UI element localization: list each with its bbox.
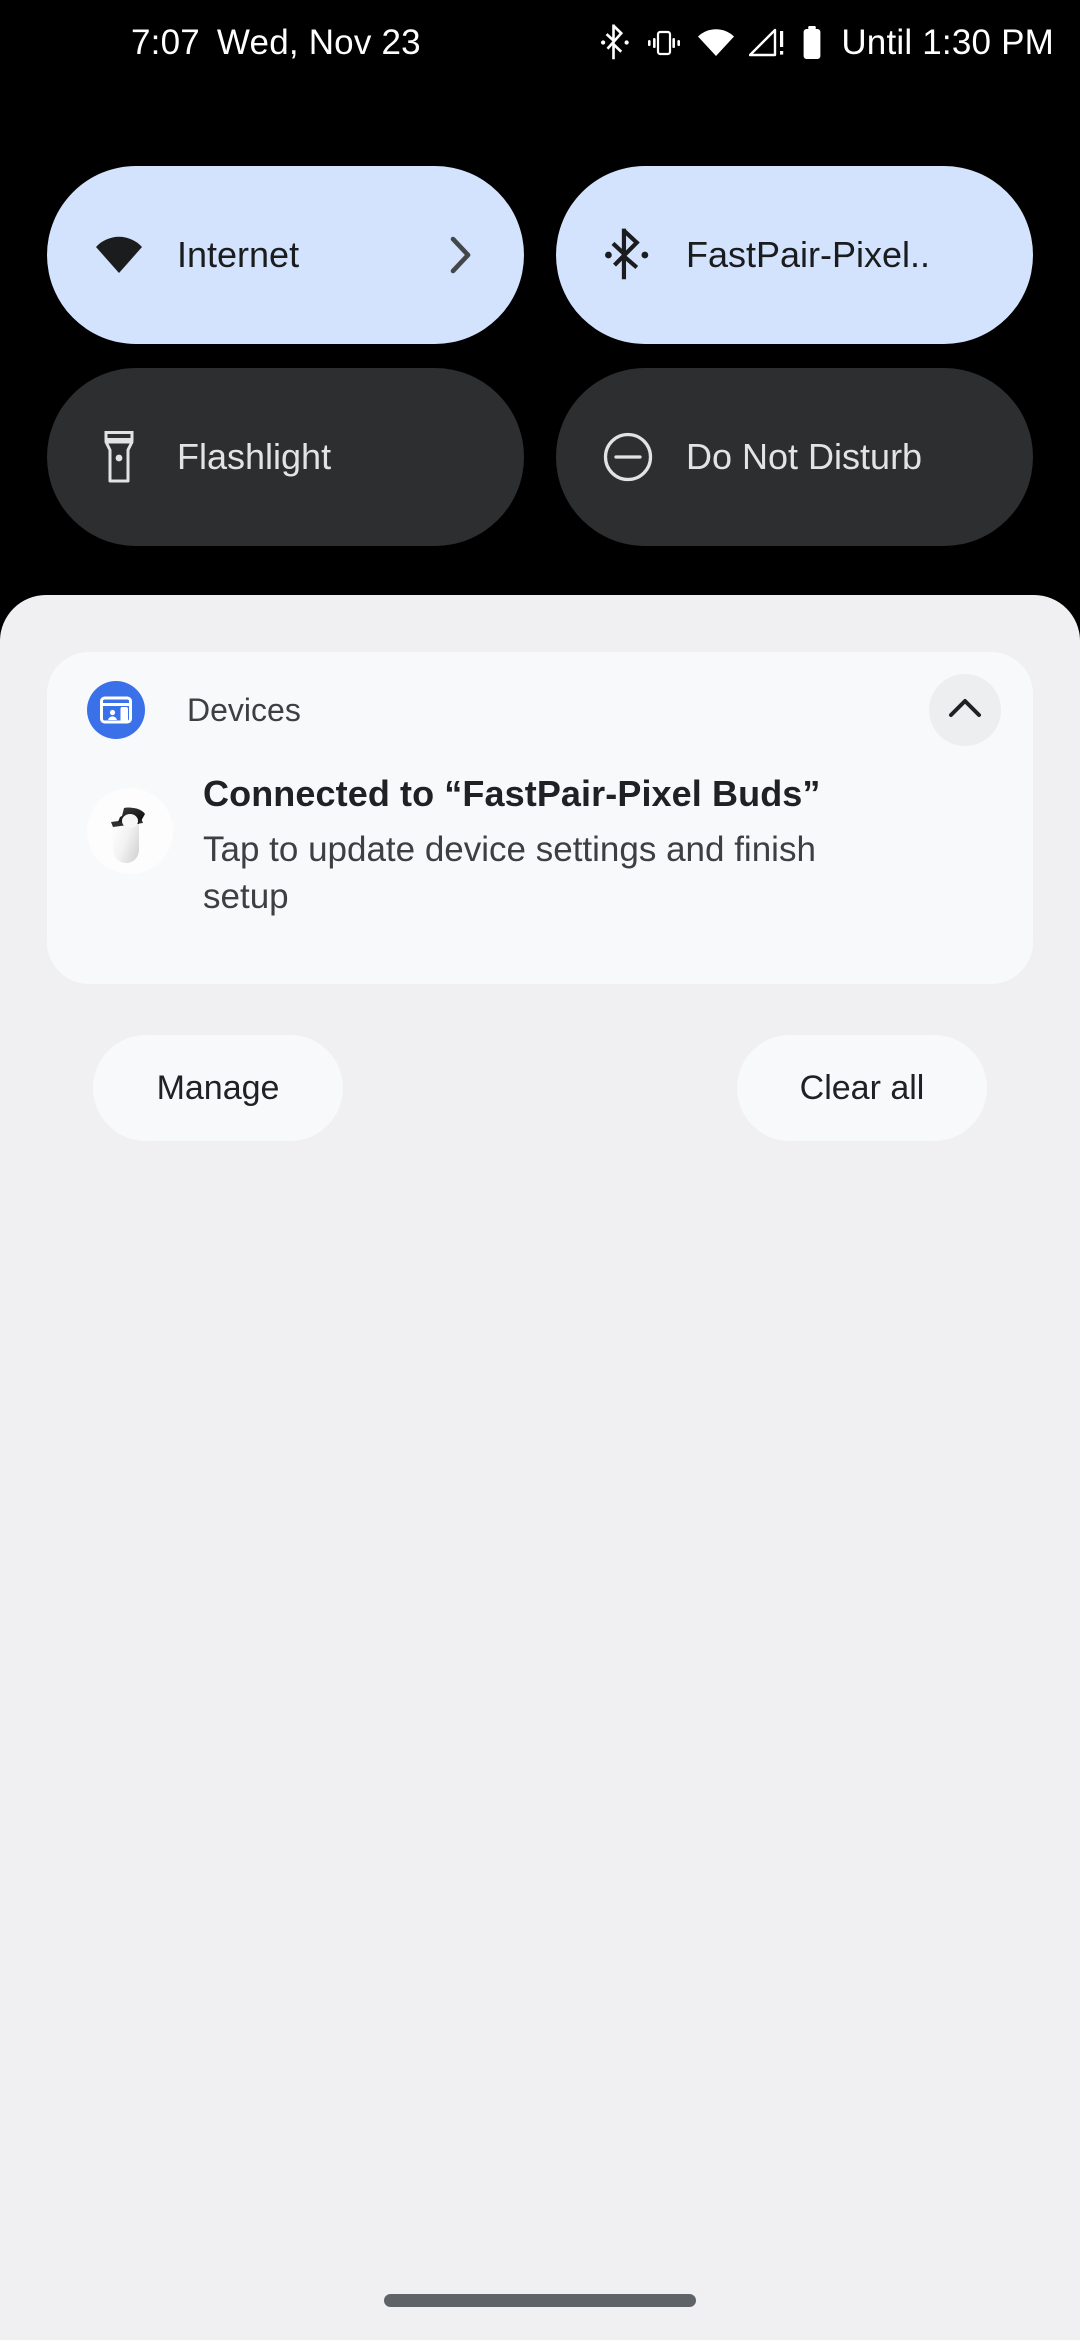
- battery-estimate-label: Until 1:30 PM: [841, 23, 1054, 62]
- chevron-up-icon: [948, 697, 982, 724]
- notification-app-name: Devices: [187, 691, 301, 728]
- notification-shade: Devices Connected to “FastPair-Pixel Bud…: [0, 595, 1080, 2340]
- flashlight-icon: [93, 431, 145, 483]
- clear-all-button[interactable]: Clear all: [737, 1035, 987, 1141]
- qs-tile-label: FastPair-Pixel..: [686, 234, 931, 275]
- wifi-icon: [697, 28, 735, 58]
- qs-tile-do-not-disturb[interactable]: Do Not Disturb: [556, 368, 1033, 546]
- bluetooth-icon: [601, 24, 631, 62]
- no-signal-icon: [749, 27, 787, 59]
- shade-footer: Manage Clear all: [0, 1035, 1080, 1141]
- devices-icon: [87, 681, 145, 739]
- qs-tile-bluetooth[interactable]: FastPair-Pixel..: [556, 166, 1033, 344]
- status-bar-left: 7:07 Wed, Nov 23: [131, 0, 421, 86]
- status-bar: 7:07 Wed, Nov 23 Until 1:30 PM: [0, 0, 1080, 86]
- qs-tile-label: Flashlight: [177, 436, 332, 477]
- notification-title: Connected to “FastPair-Pixel Buds”: [203, 773, 821, 814]
- qs-tile-flashlight[interactable]: Flashlight: [47, 368, 524, 546]
- status-bar-date: Wed, Nov 23: [216, 23, 421, 62]
- battery-icon: [801, 26, 823, 60]
- notification-card[interactable]: Devices Connected to “FastPair-Pixel Bud…: [47, 652, 1033, 984]
- quick-settings-row-2: Flashlight Do Not Disturb: [0, 368, 1080, 546]
- status-bar-right: Until 1:30 PM: [601, 0, 1054, 86]
- do-not-disturb-icon: [602, 431, 654, 483]
- vibrate-icon: [645, 29, 683, 57]
- notification-subtext: Tap to update device settings and finish…: [203, 830, 816, 916]
- manage-button[interactable]: Manage: [93, 1035, 343, 1141]
- notification-body[interactable]: Connected to “FastPair-Pixel Buds” Tap t…: [47, 762, 1033, 920]
- quick-settings-panel: Internet FastPair-Pixel.. Flashlight Do …: [0, 166, 1080, 570]
- collapse-button[interactable]: [929, 674, 1001, 746]
- quick-settings-row-1: Internet FastPair-Pixel..: [0, 166, 1080, 344]
- qs-tile-label: Internet: [177, 234, 300, 275]
- qs-tile-label: Do Not Disturb: [686, 436, 923, 477]
- pixel-buds-case-image: [87, 788, 173, 874]
- home-indicator[interactable]: [384, 2294, 696, 2307]
- bluetooth-icon: [602, 228, 654, 281]
- status-bar-clock: 7:07: [131, 23, 200, 62]
- chevron-right-icon[interactable]: [448, 235, 474, 275]
- notification-header: Devices: [47, 652, 1033, 768]
- qs-tile-internet[interactable]: Internet: [47, 166, 524, 344]
- wifi-icon: [93, 229, 145, 281]
- notification-text-block: Connected to “FastPair-Pixel Buds” Tap t…: [203, 762, 823, 920]
- phone-screen: 7:07 Wed, Nov 23 Until 1:30 PM Internet …: [0, 0, 1080, 2340]
